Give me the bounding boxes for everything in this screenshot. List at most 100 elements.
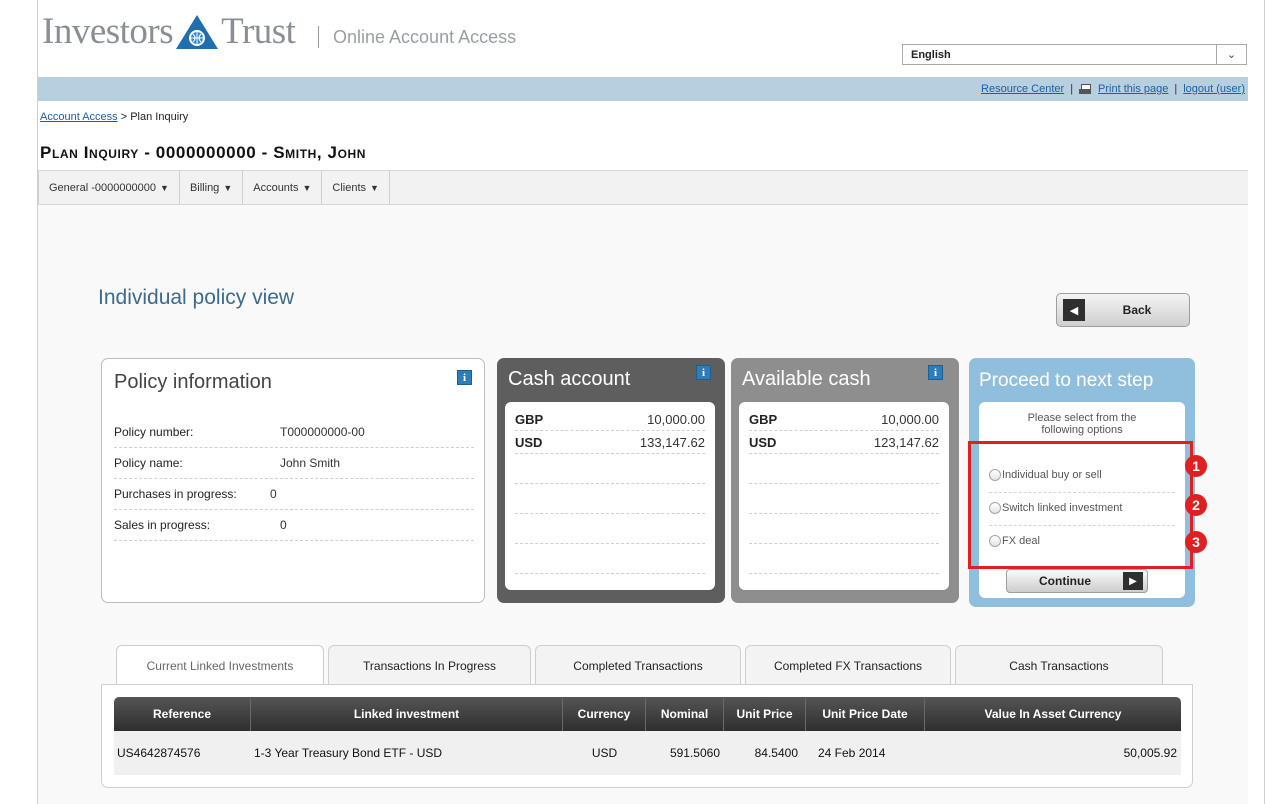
policy-info-panel: Policy information i Policy number: T000… [101, 358, 485, 603]
step-marker: 3 [1185, 531, 1207, 553]
instruction-text: Please select from the following options [1027, 412, 1137, 436]
header-divider [318, 26, 319, 48]
currency-amount: 10,000.00 [881, 411, 939, 427]
back-button[interactable]: ◀ Back [1056, 293, 1190, 327]
printer-icon[interactable] [1079, 83, 1092, 95]
cash-account-list: GBP 10,000.00 USD 133,147.62 [505, 402, 715, 590]
info-label: Purchases in progress: [114, 487, 237, 501]
arrow-right-icon: ▶ [1123, 572, 1143, 590]
continue-button-label: Continue [1039, 574, 1091, 588]
empty-row [749, 454, 939, 484]
cell-unit-price: 84.5400 [754, 746, 798, 760]
investments-table: Reference Linked investment Currency Nom… [101, 684, 1193, 788]
link-divider: | [1174, 83, 1178, 95]
info-label: Sales in progress: [114, 518, 211, 532]
menu-label: General -0000000000 [49, 181, 157, 194]
empty-row [515, 544, 705, 574]
menu-accounts[interactable]: Accounts ▼ [243, 171, 323, 204]
tagline: Online Account Access [333, 27, 517, 47]
cell-reference: US4642874576 [117, 746, 201, 760]
column-header[interactable]: Unit Price Date [806, 697, 925, 731]
info-icon[interactable]: i [928, 365, 943, 380]
logout-link[interactable]: logout (user) [1183, 83, 1245, 95]
info-value: 0 [280, 518, 287, 532]
currency-amount: 10,000.00 [647, 411, 705, 427]
cell-nominal: 591.5060 [669, 746, 720, 760]
empty-row [749, 514, 939, 544]
currency-code: GBP [515, 411, 544, 427]
column-header[interactable]: Reference [114, 697, 251, 731]
column-header[interactable]: Value In Asset Currency [925, 697, 1181, 731]
chevron-down-icon: ▼ [160, 182, 169, 193]
empty-row [515, 514, 705, 544]
policy-info-list: Policy number: T000000000-00 Policy name… [114, 417, 474, 541]
chevron-down-icon[interactable]: ⌄ [1216, 45, 1246, 64]
currency-code: GBP [749, 411, 778, 427]
empty-row [515, 484, 705, 514]
panel-title: Proceed to next step [979, 370, 1154, 391]
breadcrumb-current: Plan Inquiry [130, 111, 189, 123]
info-value: T000000000-00 [280, 425, 365, 439]
menu-label: Billing [189, 181, 220, 194]
tab-bar: Current Linked Investments Transactions … [116, 645, 1163, 686]
cell-linked-investment: 1-3 Year Treasury Bond ETF - USD [254, 746, 443, 760]
step-marker: 1 [1185, 455, 1207, 477]
step-marker: 2 [1185, 494, 1207, 516]
panel-title: Available cash [742, 368, 871, 390]
list-item: USD 133,147.62 [515, 431, 705, 454]
empty-row [749, 544, 939, 574]
info-icon[interactable]: i [457, 370, 472, 385]
arrow-left-icon: ◀ [1063, 299, 1085, 321]
currency-amount: 123,147.62 [873, 434, 939, 450]
top-links: Resource Center | Print this page | logo… [981, 83, 1245, 95]
section-title: Individual policy view [98, 286, 295, 309]
breadcrumb-account-access[interactable]: Account Access [40, 111, 118, 123]
tab-current-linked-investments[interactable]: Current Linked Investments [116, 645, 324, 686]
tab-completed-fx-transactions[interactable]: Completed FX Transactions [745, 645, 951, 685]
empty-row [749, 484, 939, 514]
investors-trust-logo[interactable]: Investors Trust [42, 10, 296, 53]
cell-currency: USD [591, 746, 618, 760]
column-header[interactable]: Currency [563, 697, 646, 731]
list-item: Policy name: John Smith [114, 448, 474, 479]
link-divider: | [1070, 83, 1074, 95]
column-header[interactable]: Nominal [646, 697, 724, 731]
cell-value-asset-currency: 50,005.92 [1123, 746, 1177, 760]
menu-general[interactable]: General -0000000000 ▼ [38, 171, 180, 204]
options-highlight-box [968, 441, 1193, 569]
resource-center-link[interactable]: Resource Center [981, 83, 1064, 95]
menu-billing[interactable]: Billing ▼ [180, 171, 244, 204]
cash-account-panel: Cash account i GBP 10,000.00 USD 133,147… [497, 358, 725, 603]
language-select[interactable]: English ⌄ [902, 44, 1247, 65]
available-cash-list: GBP 10,000.00 USD 123,147.62 [739, 402, 949, 590]
list-item: Sales in progress: 0 [114, 510, 474, 541]
list-item: GBP 10,000.00 [515, 408, 705, 431]
language-value: English [911, 48, 951, 61]
table-header: Reference Linked investment Currency Nom… [114, 697, 1181, 731]
currency-code: USD [749, 434, 777, 450]
menu-label: Accounts [253, 181, 299, 194]
info-value: 0 [270, 487, 277, 501]
breadcrumb-separator: > [120, 111, 128, 123]
info-value: John Smith [280, 456, 341, 470]
currency-amount: 133,147.62 [639, 434, 705, 450]
list-item: Purchases in progress: 0 [114, 479, 474, 510]
info-icon[interactable]: i [696, 365, 711, 380]
chevron-down-icon: ▼ [370, 182, 379, 193]
breadcrumb: Account Access > Plan Inquiry [40, 111, 188, 123]
continue-button[interactable]: Continue ▶ [1006, 569, 1148, 593]
tab-cash-transactions[interactable]: Cash Transactions [955, 645, 1163, 685]
menu-bar: General -0000000000 ▼ Billing ▼ Accounts… [38, 170, 1248, 205]
menu-label: Clients [332, 181, 367, 194]
tab-completed-transactions[interactable]: Completed Transactions [535, 645, 741, 685]
print-page-link[interactable]: Print this page [1098, 83, 1168, 95]
list-item: GBP 10,000.00 [749, 408, 939, 431]
info-label: Policy number: [114, 425, 194, 439]
column-header[interactable]: Unit Price [724, 697, 806, 731]
tab-transactions-in-progress[interactable]: Transactions In Progress [328, 645, 531, 685]
available-cash-panel: Available cash i GBP 10,000.00 USD 123,1… [731, 358, 959, 603]
chevron-down-icon: ▼ [302, 182, 312, 193]
column-header[interactable]: Linked investment [251, 697, 563, 731]
menu-clients[interactable]: Clients ▼ [322, 171, 390, 204]
table-row[interactable]: US4642874576 1-3 Year Treasury Bond ETF … [114, 731, 1181, 775]
